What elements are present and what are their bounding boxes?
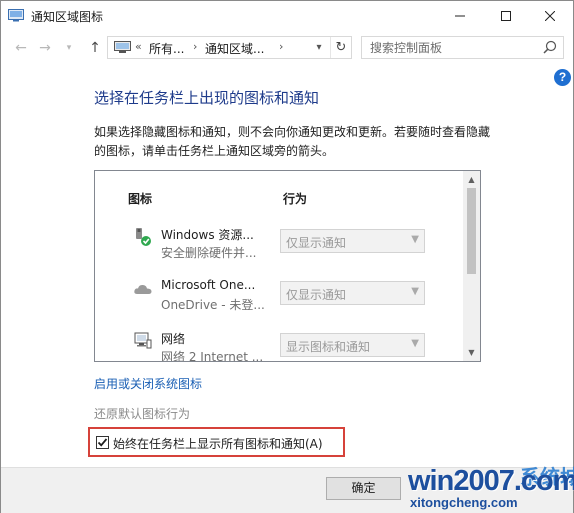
control-panel-icon <box>114 41 131 54</box>
always-show-checkbox[interactable] <box>96 436 109 449</box>
ok-button[interactable]: 确定 <box>326 477 401 500</box>
navigation-bar: ← → ▾ ↑ « 所有... › 通知区域... › ▾ ↻ <box>1 31 573 65</box>
chevron-down-icon: ▼ <box>411 338 419 349</box>
address-dropdown-icon[interactable]: ▾ <box>312 38 326 57</box>
restore-default-link: 还原默认图标行为 <box>94 407 191 421</box>
column-header-behavior: 行为 <box>283 192 308 206</box>
site-watermark: 系统城 win2007.com xitongcheng.com <box>406 459 574 513</box>
row-name: Windows 资源... <box>161 228 254 242</box>
chevron-down-icon: ▼ <box>411 286 419 297</box>
row-subtitle: OneDrive - 未登... <box>161 298 265 312</box>
breadcrumb-all-items[interactable]: 所有... <box>149 40 184 57</box>
list-item[interactable]: Windows 资源... 安全删除硬件并... 仅显示通知 ▼ <box>95 223 463 275</box>
minimize-button[interactable] <box>437 1 483 30</box>
watermark-url: xitongcheng.com <box>410 495 518 510</box>
recent-locations-chevron-icon[interactable]: ▾ <box>61 40 77 56</box>
behavior-select-value: 仅显示通知 <box>286 288 347 302</box>
breadcrumb-notification-area[interactable]: 通知区域... <box>205 40 264 57</box>
scroll-down-icon[interactable]: ▼ <box>463 344 480 361</box>
column-header-icon: 图标 <box>128 192 153 206</box>
usb-eject-icon <box>133 227 153 247</box>
close-button[interactable] <box>527 1 573 30</box>
onedrive-cloud-icon <box>133 279 153 299</box>
breadcrumb-overflow[interactable]: « <box>135 40 142 53</box>
scroll-up-icon[interactable]: ▲ <box>463 171 480 188</box>
row-subtitle: 安全删除硬件并... <box>161 246 257 260</box>
maximize-button[interactable] <box>483 1 529 30</box>
search-input[interactable] <box>362 37 542 58</box>
page-description: 如果选择隐藏图标和通知，则不会向你通知更改和更新。若要随时查看隐藏的图标，请单击… <box>94 125 491 158</box>
checkmark-icon <box>97 438 108 447</box>
chevron-down-icon: ▼ <box>411 234 419 245</box>
title-bar: 通知区域图标 <box>1 1 573 31</box>
network-icon <box>133 331 153 351</box>
behavior-select-value: 仅显示通知 <box>286 236 347 250</box>
window-title: 通知区域图标 <box>31 10 104 24</box>
behavior-select[interactable]: 仅显示通知 ▼ <box>280 281 425 305</box>
always-show-option[interactable]: 始终在任务栏上显示所有图标和通知(A) <box>88 427 345 457</box>
row-name: 网络 <box>161 332 186 346</box>
page-title: 选择在任务栏上出现的图标和通知 <box>94 89 320 107</box>
row-name: Microsoft One... <box>161 278 256 292</box>
help-icon[interactable]: ? <box>554 69 571 86</box>
list-item[interactable]: Microsoft One... OneDrive - 未登... 仅显示通知 … <box>95 275 463 327</box>
row-subtitle: 网络 2 Internet ... <box>161 350 264 362</box>
system-icons-link[interactable]: 启用或关闭系统图标 <box>94 375 202 392</box>
watermark-main: win2007.com <box>408 465 574 497</box>
behavior-select[interactable]: 显示图标和通知 ▼ <box>280 333 425 357</box>
list-item[interactable]: 网络 网络 2 Internet ... 显示图标和通知 ▼ <box>95 327 463 362</box>
notification-area-icon <box>8 8 24 22</box>
scroll-thumb[interactable] <box>467 188 476 274</box>
notification-icons-list[interactable]: 图标 行为 Windows 资源... 安全删除硬件并... 仅显示通知 ▼ M… <box>94 170 481 362</box>
breadcrumb-separator[interactable]: › <box>279 40 283 53</box>
search-box <box>361 36 564 59</box>
up-arrow-icon[interactable]: ↑ <box>87 40 103 56</box>
address-bar[interactable]: « 所有... › 通知区域... › ▾ ↻ <box>107 36 352 59</box>
control-panel-window: 通知区域图标 ← → ▾ ↑ « 所有... › 通知区域... › ▾ ↻ 搜… <box>0 0 574 513</box>
list-scrollbar[interactable]: ▲ ▼ <box>463 171 480 361</box>
refresh-icon[interactable]: ↻ <box>330 37 351 58</box>
behavior-select-value: 显示图标和通知 <box>286 340 371 354</box>
behavior-select[interactable]: 仅显示通知 ▼ <box>280 229 425 253</box>
back-arrow-icon[interactable]: ← <box>13 40 29 56</box>
breadcrumb-separator[interactable]: › <box>193 40 197 53</box>
search-icon[interactable] <box>543 40 557 54</box>
forward-arrow-icon[interactable]: → <box>37 40 53 56</box>
always-show-label[interactable]: 始终在任务栏上显示所有图标和通知(A) <box>113 435 323 452</box>
